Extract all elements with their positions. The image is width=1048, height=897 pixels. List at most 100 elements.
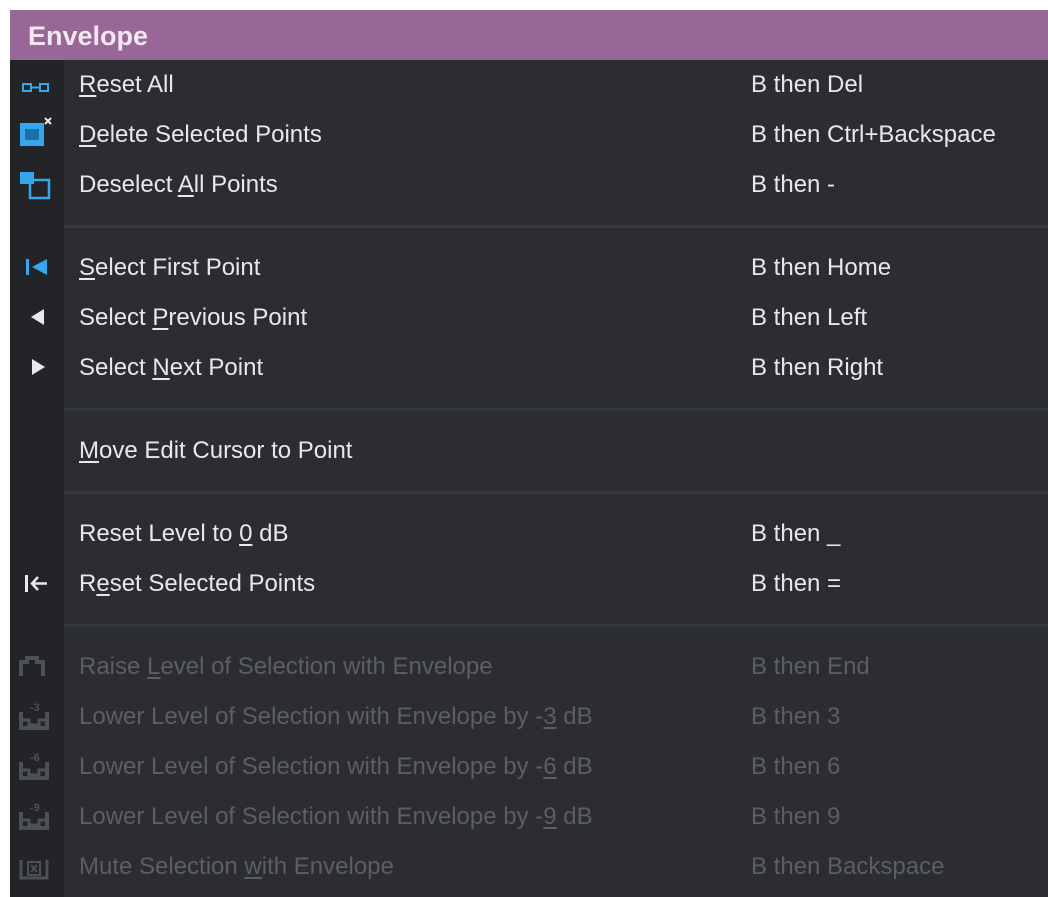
label-text: Lower Level of Selection with Envelope b… [79,753,544,780]
label-text: elete Selected Points [96,121,322,148]
menu-item-move-edit-cursor-to-point[interactable]: Move Edit Cursor to Point [10,426,1048,476]
mnemonic-key: S [79,254,96,281]
mute-selection-icon [10,842,64,892]
mnemonic-key: 0 [239,520,253,547]
menu-item-shortcut: B then Backspace [751,853,945,880]
mnemonic-key: 9 [543,803,557,830]
menu-item-label: Deselect All Points [79,160,278,210]
lower-level-9db-icon: -9 [10,792,64,842]
reset-envelope-icon [10,60,64,110]
label-text: dB [556,803,593,830]
menu-separator [64,225,1048,228]
mnemonic-key: M [79,437,99,464]
menu-item-reset-selected-points[interactable]: Reset Selected Points B then = [10,559,1048,609]
label-text: elect First Point [95,254,261,281]
menu-item-select-previous-point[interactable]: Select Previous Point B then Left [10,293,1048,343]
menu-item-mute-selection[interactable]: Mute Selection with Envelope B then Backs… [10,842,1048,892]
mnemonic-key: e [96,570,110,597]
menu-item-shortcut: B then Right [751,354,884,381]
menu-item-label: Select Previous Point [79,293,307,343]
label-text: Lower Level of Selection with Envelope b… [79,703,544,730]
menu-item-select-next-point[interactable]: Select Next Point B then Right [10,343,1048,393]
menu-item-shortcut: B then - [751,171,836,198]
skip-to-first-icon [10,243,64,293]
menu-item-raise-level-of-selection[interactable]: Raise Level of Selection with Envelope B … [10,642,1048,692]
menu-item-label: Reset Level to 0 dB [79,509,288,559]
menu-item-shortcut: B then 6 [751,753,841,780]
deselect-points-icon [10,160,64,210]
menu-item-label: Reset All [79,60,174,110]
label-text: set Selected Points [109,570,316,597]
icon-db-glyph: -9 [30,802,40,814]
menu-item-shortcut: B then _ [751,520,841,547]
menu-separator [64,491,1048,494]
mnemonic-key: P [152,304,169,331]
menu-item-label: Lower Level of Selection with Envelope b… [79,692,593,742]
menu-item-shortcut: B then 9 [751,803,841,830]
label-text: Select [79,304,153,331]
menu-item-shortcut: B then 3 [751,703,841,730]
menu-item-label: Lower Level of Selection with Envelope b… [79,742,593,792]
label-text: ext Point [169,354,264,381]
mnemonic-key: 6 [543,753,557,780]
lower-level-6db-icon: -6 [10,742,64,792]
menu-title: Envelope [10,10,1048,60]
menu-item-label: Move Edit Cursor to Point [79,426,352,476]
icon-db-glyph: -6 [30,752,40,764]
menu-item-delete-selected-points[interactable]: Delete Selected Points B then Ctrl+Backsp… [10,110,1048,160]
menu-item-label: Select Next Point [79,343,263,393]
label-text: revious Point [168,304,308,331]
menu-item-reset-all[interactable]: Reset All B then Del [10,60,1048,110]
label-text: Lower Level of Selection with Envelope b… [79,803,544,830]
label-text: Deselect [79,171,178,198]
menu-item-reset-level-to-0db[interactable]: Reset Level to 0 dB B then _ [10,509,1048,559]
raise-level-icon [10,642,64,692]
label-text: Select [79,354,153,381]
label-text: ith Envelope [261,853,394,880]
arrow-to-left-bar-icon [10,559,64,609]
label-text: evel of Selection with Envelope [160,653,493,680]
mnemonic-key: w [244,853,262,880]
label-text: dB [252,520,289,547]
triangle-left-icon [10,293,64,343]
mnemonic-key: A [177,171,194,198]
menu-item-label: Raise Level of Selection with Envelope [79,642,493,692]
label-text: ll Points [193,171,278,198]
menu-item-lower-level-3db[interactable]: -3 Lower Level of Selection with Envelope… [10,692,1048,742]
label-text: ove Edit Cursor to Point [99,437,353,464]
empty-icon-slot [10,426,64,476]
label-text: R [79,570,97,597]
mnemonic-key: L [147,653,161,680]
menu-separator [64,624,1048,627]
empty-icon-slot [10,509,64,559]
menu-item-deselect-all-points[interactable]: Deselect All Points B then - [10,160,1048,210]
mnemonic-key: N [152,354,170,381]
mnemonic-key: D [79,121,97,148]
menu-item-shortcut: B then End [751,653,870,680]
menu-item-label: Delete Selected Points [79,110,322,160]
mnemonic-key: R [79,71,97,98]
lower-level-3db-icon: -3 [10,692,64,742]
menu-item-shortcut: B then Left [751,304,868,331]
label-text: Reset Level to [79,520,240,547]
menu-item-shortcut: B then Del [751,71,864,98]
label-text: dB [556,753,593,780]
triangle-right-icon [10,343,64,393]
label-text: Raise [79,653,148,680]
label-text: eset All [96,71,174,98]
menu-item-label: Reset Selected Points [79,559,315,609]
icon-db-glyph: -3 [30,702,40,714]
menu-item-shortcut: B then Home [751,254,892,281]
menu-item-lower-level-9db[interactable]: -9 Lower Level of Selection with Envelope… [10,792,1048,842]
menu-item-label: Mute Selection with Envelope [79,842,394,892]
delete-points-icon [10,110,64,160]
menu-item-select-first-point[interactable]: Select First Point B then Home [10,243,1048,293]
label-text: Mute Selection [79,853,245,880]
label-text: dB [556,703,593,730]
menu-separator [64,408,1048,411]
menu-item-label: Lower Level of Selection with Envelope b… [79,792,593,842]
menu-item-shortcut: B then Ctrl+Backspace [751,121,996,148]
mnemonic-key: 3 [543,703,557,730]
menu-item-label: Select First Point [79,243,260,293]
menu-item-lower-level-6db[interactable]: -6 Lower Level of Selection with Envelope… [10,742,1048,792]
